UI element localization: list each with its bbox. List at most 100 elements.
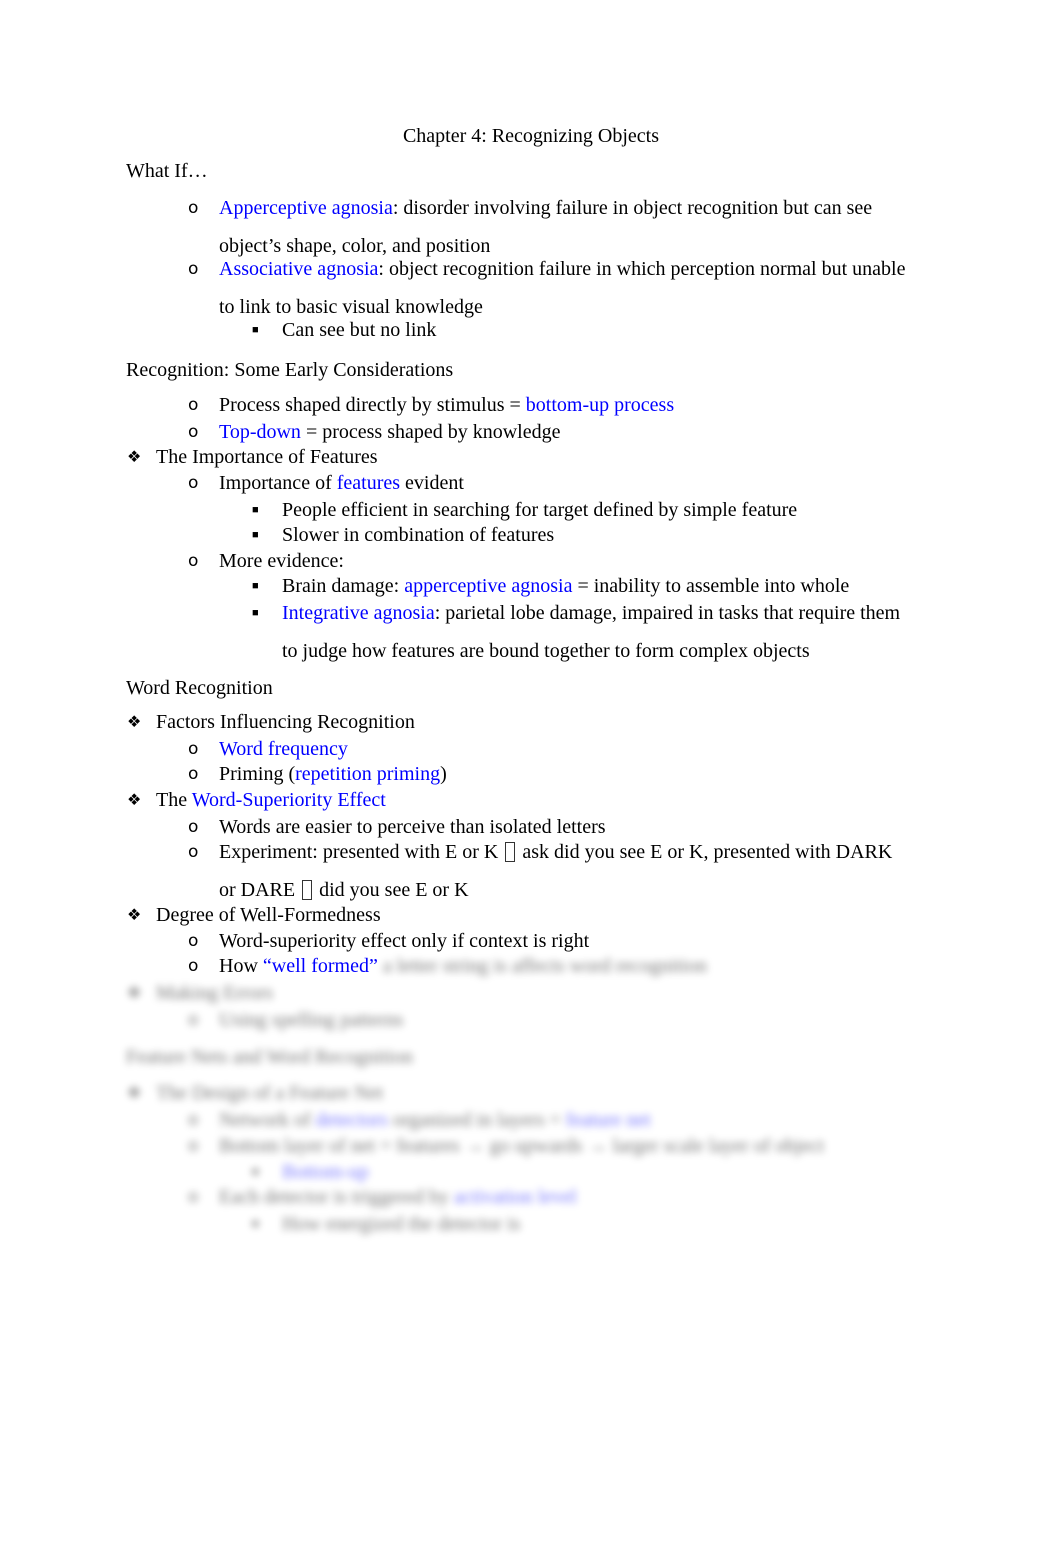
square-bullet-icon: ■ — [252, 580, 259, 592]
list-item: Experiment: presented with E or K ask di… — [219, 840, 892, 864]
square-bullet-icon: ■ — [252, 324, 259, 336]
term-link: Word frequency — [219, 738, 348, 760]
term-link: Associative agnosia — [219, 258, 379, 280]
list-item: How energized the detector is — [282, 1213, 521, 1235]
diamond-bullet-icon: ❖ — [127, 905, 142, 924]
missing-glyph-icon — [302, 880, 313, 900]
subsection-heading: Making Errors — [156, 982, 274, 1004]
circle-bullet-icon: o — [188, 1110, 199, 1130]
circle-bullet-icon: o — [188, 551, 199, 571]
circle-bullet-icon: o — [188, 198, 199, 218]
square-bullet-icon: ■ — [252, 1218, 259, 1230]
item-text: Importance of — [219, 472, 337, 494]
diamond-bullet-icon: ❖ — [127, 790, 142, 809]
circle-bullet-icon: o — [188, 1136, 199, 1156]
subsection-heading: The Importance of Features — [156, 446, 378, 468]
term-link: activation level — [453, 1186, 577, 1208]
circle-bullet-icon: o — [188, 395, 199, 415]
list-item: People efficient in searching for target… — [282, 499, 798, 521]
item-text: Process shaped directly by stimulus = — [219, 394, 526, 416]
item-text: Network of — [219, 1109, 316, 1131]
term-link: Integrative agnosia — [282, 602, 435, 624]
list-item: Associative agnosia: object recognition … — [219, 257, 905, 281]
term-link: repetition priming — [295, 763, 441, 785]
term-link: bottom-up process — [525, 394, 675, 416]
circle-bullet-icon: o — [188, 956, 199, 976]
item-text: to judge how features are bound together… — [282, 640, 810, 662]
list-item: Top-down = process shaped by knowledge — [219, 420, 561, 444]
list-item: Bottom layer of net = features → go upwa… — [219, 1135, 825, 1157]
item-text: Brain damage: — [282, 575, 405, 597]
square-bullet-icon: ■ — [252, 529, 259, 541]
list-item: Each detector is triggered by activation… — [219, 1185, 577, 1209]
circle-bullet-icon: o — [188, 931, 199, 951]
circle-bullet-icon: o — [188, 259, 199, 279]
term-link: “well formed” — [262, 955, 378, 977]
item-text: Experiment: presented with E or K — [219, 841, 499, 863]
circle-bullet-icon: o — [188, 842, 199, 862]
list-item: Can see but no link — [282, 319, 437, 341]
item-text: : parietal lobe damage, impaired in task… — [434, 602, 901, 624]
missing-glyph-icon — [505, 842, 516, 862]
diamond-bullet-icon: ❖ — [127, 447, 142, 466]
page-title: Chapter 4: Recognizing Objects — [402, 125, 660, 147]
circle-bullet-icon: o — [188, 422, 199, 442]
circle-bullet-icon: o — [188, 1010, 199, 1030]
list-item: More evidence: — [219, 550, 344, 572]
item-text: ask did you see E or K, presented with D… — [522, 841, 893, 863]
circle-bullet-icon: o — [188, 473, 199, 493]
term-link: Word-Superiority Effect — [191, 789, 386, 811]
term-link: detectors — [315, 1109, 388, 1131]
list-item: Words are easier to perceive than isolat… — [219, 816, 606, 838]
list-item: or DARE did you see E or K — [219, 878, 469, 902]
list-item: Apperceptive agnosia: disorder involving… — [219, 196, 872, 220]
list-item: Using spelling patterns — [219, 1009, 404, 1031]
item-text: evident — [400, 472, 464, 494]
item-text: = process shaped by knowledge — [300, 421, 561, 443]
list-item: Process shaped directly by stimulus = bo… — [219, 393, 674, 417]
circle-bullet-icon: o — [188, 817, 199, 837]
term-link: Top-down — [219, 421, 301, 443]
circle-bullet-icon: o — [188, 764, 199, 784]
square-bullet-icon: ■ — [252, 504, 259, 516]
subsection-heading: The Design of a Feature Net — [156, 1082, 384, 1104]
term-link: Bottom-up — [282, 1161, 369, 1183]
list-item: Network of detectors organized in layers… — [219, 1108, 651, 1132]
item-text: ) — [440, 763, 447, 785]
subsection-heading: Factors Influencing Recognition — [156, 711, 415, 733]
list-item: Priming (repetition priming) — [219, 762, 447, 786]
term-link: apperceptive agnosia — [404, 575, 573, 597]
item-text: : disorder involving failure in object r… — [392, 197, 873, 219]
item-text: The — [156, 789, 192, 811]
term-link: Apperceptive agnosia — [219, 197, 393, 219]
diamond-bullet-icon: ❖ — [127, 712, 142, 731]
section-heading: Word Recognition — [126, 677, 273, 699]
list-item: Importance of features evident — [219, 471, 464, 495]
subsection-heading: Degree of Well-Formedness — [156, 904, 381, 926]
item-text: organized in layers = — [387, 1109, 566, 1131]
item-text: Priming ( — [219, 763, 296, 785]
item-text: Each detector is triggered by — [219, 1186, 454, 1208]
diamond-bullet-icon: ❖ — [127, 983, 142, 1002]
item-text: did you see E or K — [319, 879, 469, 901]
diamond-bullet-icon: ❖ — [127, 1083, 142, 1102]
circle-bullet-icon: o — [188, 739, 199, 759]
list-item: How “well formed” a letter string is aff… — [219, 954, 707, 978]
term-link: feature net — [565, 1109, 651, 1131]
square-bullet-icon: ■ — [252, 1166, 259, 1178]
item-text: = inability to assemble into whole — [572, 575, 850, 597]
item-text: How — [219, 955, 263, 977]
circle-bullet-icon: o — [188, 1187, 199, 1207]
square-bullet-icon: ■ — [252, 607, 259, 619]
list-item: Brain damage: apperceptive agnosia = ina… — [282, 574, 849, 598]
section-heading: Recognition: Some Early Considerations — [126, 359, 454, 381]
item-text: : object recognition failure in which pe… — [378, 258, 906, 280]
list-item: Integrative agnosia: parietal lobe damag… — [282, 601, 900, 625]
section-heading: What If… — [126, 160, 208, 182]
section-heading: Feature Nets and Word Recognition — [126, 1046, 413, 1068]
blurred-text: a letter string is affects word recognit… — [382, 955, 707, 977]
item-text: object’s shape, color, and position — [219, 235, 491, 257]
item-text: to link to basic visual knowledge — [219, 296, 483, 318]
term-link: features — [336, 472, 401, 494]
list-item: Slower in combination of features — [282, 524, 555, 546]
